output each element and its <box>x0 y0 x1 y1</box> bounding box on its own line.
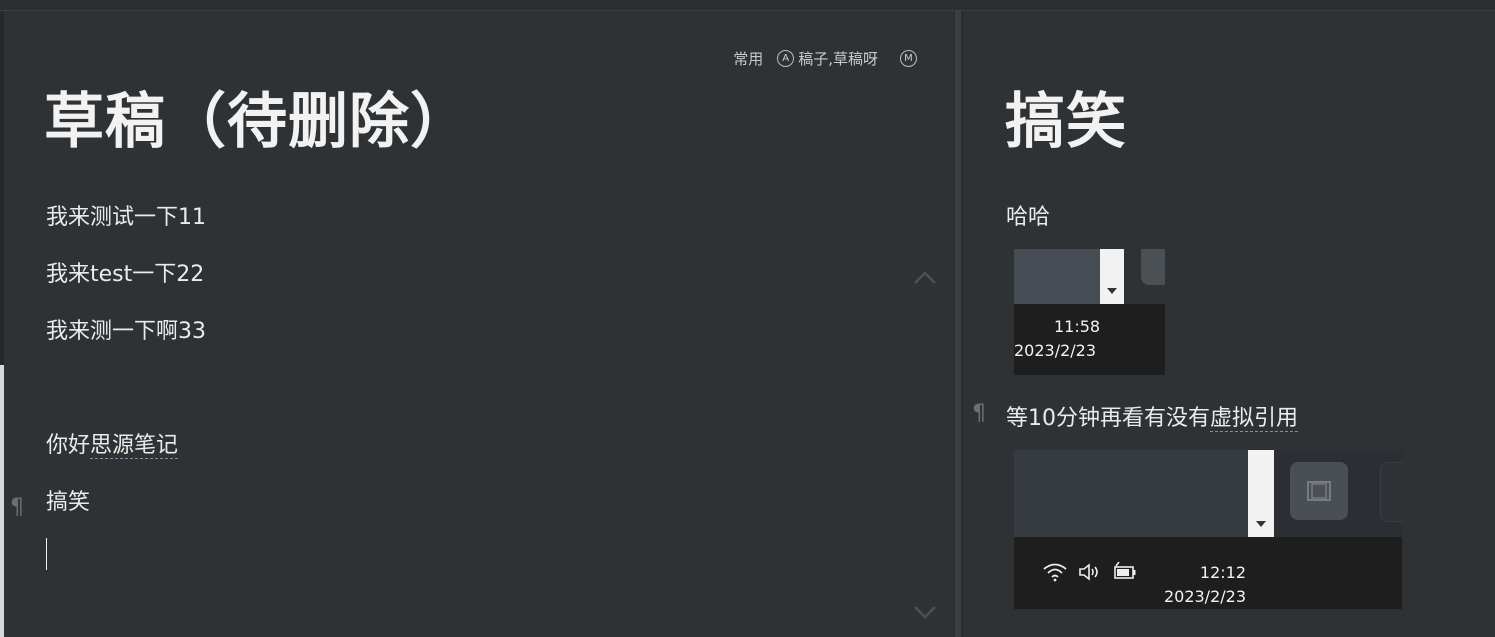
doc-title-right[interactable]: 搞笑 <box>1005 73 1127 160</box>
virtual-ref-link[interactable]: 虚拟引用 <box>1210 406 1299 432</box>
doc-alias[interactable]: 稿子,草稿呀 <box>798 48 878 69</box>
doc-tag[interactable]: 常用 <box>733 48 763 69</box>
screenshot2-time: 12:12 <box>1199 563 1246 582</box>
text-cursor <box>46 538 47 570</box>
pane-splitter[interactable] <box>954 11 964 637</box>
screenshot-scroll-button <box>1100 249 1124 304</box>
paragraph-haha[interactable]: 哈哈 <box>1006 199 1050 231</box>
block-ref-link[interactable]: 思源笔记 <box>90 433 179 459</box>
dropdown-arrow-icon <box>1107 288 1117 294</box>
doc-attributes: 常用 A 稿子,草稿呀 M <box>733 48 921 69</box>
paragraph-last[interactable]: 搞笑 <box>46 484 90 516</box>
block-pilcrow-icon[interactable]: ¶ <box>10 495 24 520</box>
chevron-down-icon[interactable] <box>912 599 938 625</box>
chevron-up-icon[interactable] <box>912 265 938 291</box>
wifi-icon <box>1043 563 1067 582</box>
screenshot-date: 2023/2/23 <box>1014 341 1097 360</box>
screenshot-image-1[interactable]: 11:58 2023/2/23 <box>1014 249 1165 375</box>
dropdown-arrow-icon-2 <box>1256 521 1266 527</box>
volume-icon <box>1079 563 1098 581</box>
wait-text: 等10分钟再看有没有 <box>1006 406 1210 431</box>
window-icon <box>1307 481 1331 501</box>
editor-pane-left[interactable]: 常用 A 稿子,草稿呀 M 草稿（待删除） 我来测试一下11 我来test一下2… <box>4 11 954 637</box>
screenshot2-edge-button <box>1380 462 1402 522</box>
paragraph-wait[interactable]: 等10分钟再看有没有虚拟引用 <box>1006 400 1299 432</box>
screenshot2-scroll-button <box>1248 450 1274 537</box>
memo-badge-icon[interactable]: M <box>900 50 917 67</box>
paragraph-2[interactable]: 我来test一下22 <box>46 256 204 288</box>
editor-pane-right[interactable]: 搞笑 哈哈 11:58 2023/2/23 ¶ 等10分钟再看有没有虚拟引用 1… <box>964 11 1495 637</box>
paragraph-greeting[interactable]: 你好思源笔记 <box>46 427 179 459</box>
alias-badge-icon: A <box>777 50 795 67</box>
top-bar <box>0 0 1495 11</box>
greeting-text: 你好 <box>46 433 91 458</box>
paragraph-1[interactable]: 我来测试一下11 <box>46 199 206 231</box>
paragraph-3[interactable]: 我来测一下啊33 <box>46 313 206 345</box>
splitter-bar[interactable] <box>955 11 961 637</box>
screenshot-panel <box>1014 249 1100 304</box>
screenshot2-window-button <box>1290 462 1348 520</box>
screenshot-time: 11:58 <box>1054 317 1101 336</box>
screenshot-window-button <box>1141 249 1165 285</box>
screenshot2-panel <box>1014 450 1248 537</box>
battery-icon <box>1114 562 1136 579</box>
block-pilcrow-icon-right[interactable]: ¶ <box>972 401 986 426</box>
screenshot2-date: 2023/2/23 <box>1163 587 1246 606</box>
doc-title[interactable]: 草稿（待删除） <box>44 73 471 160</box>
screenshot-image-2[interactable]: 12:12 2023/2/23 <box>1014 450 1402 609</box>
